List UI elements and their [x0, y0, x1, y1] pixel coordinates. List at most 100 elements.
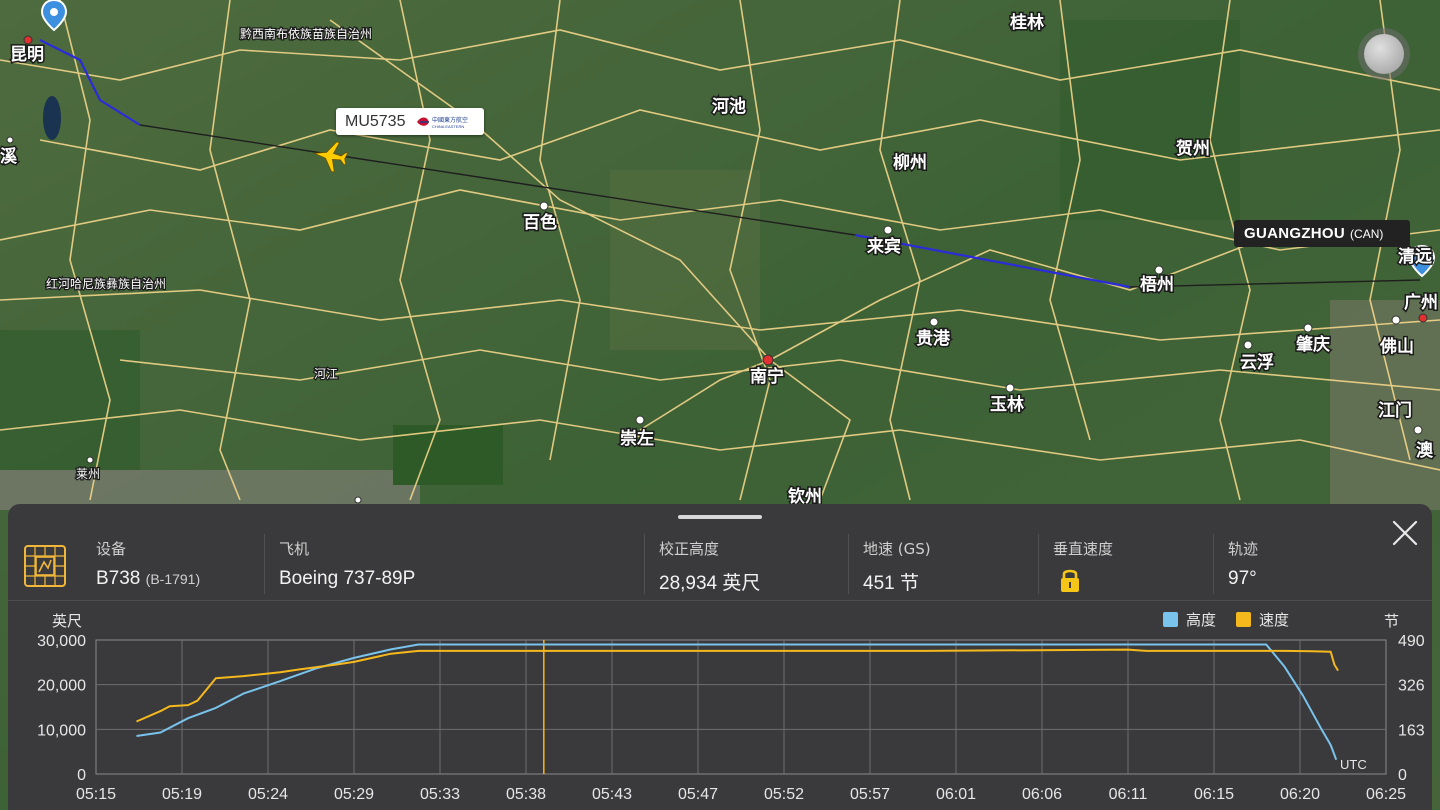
city-baise: 百色 — [523, 212, 557, 233]
legend-altitude-swatch — [1163, 612, 1178, 627]
region-hejiang: 河江 — [314, 367, 338, 381]
city-guangzhou: 广州 — [1404, 292, 1438, 313]
divider — [644, 534, 645, 594]
region-qianxinan: 黔西南布依族苗族自治州 — [240, 26, 372, 41]
aircraft-value: Boeing 737-89P — [279, 568, 416, 589]
x-tick-label: 05:19 — [162, 786, 202, 803]
city-laibin: 来宾 — [866, 236, 901, 257]
x-tick-label: 05:52 — [764, 786, 804, 803]
altitude-series-line — [136, 643, 1338, 761]
y2-tick-label: 490 — [1398, 633, 1425, 650]
destination-label[interactable]: GUANGZHOU (CAN) — [1234, 220, 1410, 247]
x-tick-label: 05:33 — [420, 786, 460, 803]
y-tick-label: 0 — [77, 767, 86, 784]
china-eastern-logo-icon: 中國東方航空 CHINA EASTERN — [417, 116, 469, 129]
y2-tick-label: 326 — [1398, 678, 1425, 695]
y-tick-label: 20,000 — [37, 678, 86, 695]
city-guigang: 贵港 — [916, 328, 951, 349]
region-honghe: 红河哈尼族彝族自治州 — [46, 276, 166, 291]
city-liuzhou: 柳州 — [893, 152, 927, 173]
speed-series-line — [136, 648, 1339, 723]
divider — [848, 534, 849, 594]
city-hezhou: 贺州 — [1175, 139, 1210, 159]
track-value: 97° — [1228, 568, 1257, 589]
x-tick-label: 06:11 — [1109, 786, 1148, 803]
x-tick-label: 06:20 — [1280, 786, 1320, 803]
chart-ticks: 30,000 490 20,000 326 10,000 163 0 0 05:15 05:19 0… — [37, 633, 1425, 803]
flight-label[interactable]: MU5735 中國東方航空 CHINA EASTERN — [336, 108, 484, 135]
divider — [1213, 534, 1214, 594]
city-foshan: 佛山 — [1379, 336, 1414, 357]
city-zhaoqing: 肇庆 — [1296, 334, 1330, 355]
dianchi-lake — [43, 96, 61, 140]
equipment-field: 设备 B738 (B-1791) — [96, 538, 200, 590]
y2-axis-label: 节 — [1384, 612, 1399, 630]
x-tick-label: 05:57 — [850, 786, 890, 803]
equipment-label: 设备 — [96, 540, 127, 558]
plot-frame — [95, 639, 1387, 775]
lock-icon[interactable] — [1059, 567, 1081, 593]
ground-speed-label: 地速 (GS) — [863, 540, 931, 558]
y-tick-label: 10,000 — [37, 722, 86, 739]
aircraft-field: 飞机 Boeing 737-89P — [279, 538, 415, 590]
registration-value: (B-1791) — [145, 571, 201, 587]
city-wuzhou: 梧州 — [1140, 274, 1174, 295]
svg-text:CHINA EASTERN: CHINA EASTERN — [432, 124, 464, 129]
legend-altitude: 高度 — [1186, 611, 1216, 629]
city-jiangmen: 江门 — [1378, 400, 1412, 421]
divider — [264, 534, 265, 594]
y2-tick-label: 0 — [1398, 767, 1407, 784]
y-axis-label: 英尺 — [52, 612, 82, 630]
altitude-speed-chart[interactable]: 英尺 节 高度 速度 30,000 490 20,000 326 10,000 163 0 0… — [8, 604, 1432, 810]
drag-handle[interactable] — [678, 515, 762, 519]
x-tick-label: 05:15 — [76, 786, 116, 803]
layers-button-icon — [1364, 34, 1404, 74]
svg-text:中國東方航空: 中國東方航空 — [432, 116, 468, 124]
city-yulin: 玉林 — [990, 394, 1024, 415]
flight-info-row: 设备 B738 (B-1791) 飞机 Boeing 737-89P 校正高度 … — [8, 534, 1432, 602]
city-guilin: 桂林 — [1009, 12, 1044, 33]
altitude-field: 校正高度 28,934 英尺 — [659, 538, 760, 595]
y-tick-label: 30,000 — [37, 633, 86, 650]
flight-info-panel: 设备 B738 (B-1791) 飞机 Boeing 737-89P 校正高度 … — [8, 504, 1432, 810]
vertical-speed-label: 垂直速度 — [1053, 540, 1114, 558]
city-yunfu: 云浮 — [1240, 352, 1274, 373]
terrain-patch — [0, 330, 140, 470]
track-field: 轨迹 97° — [1228, 538, 1258, 590]
utc-label: UTC — [1340, 757, 1367, 772]
x-tick-label: 05:24 — [248, 786, 288, 803]
ground-speed-field: 地速 (GS) 451 节 — [863, 538, 931, 595]
divider — [1038, 534, 1039, 594]
city-nanning: 南宁 — [750, 366, 784, 387]
destination-name: GUANGZHOU — [1244, 225, 1346, 242]
destination-code: (CAN) — [1350, 226, 1384, 241]
x-tick-label: 05:47 — [678, 786, 718, 803]
city-qingyuan: 清远 — [1398, 246, 1432, 267]
x-tick-label: 06:25 — [1366, 786, 1406, 803]
x-tick-label: 06:01 — [936, 786, 976, 803]
chart-grid — [95, 639, 1387, 775]
equipment-value: B738 — [96, 568, 141, 589]
ground-speed-value: 451 节 — [863, 573, 919, 594]
map-layers-button[interactable] — [1358, 28, 1410, 80]
x-tick-label: 06:06 — [1022, 786, 1062, 803]
city-hechi: 河池 — [712, 96, 746, 117]
y2-tick-label: 163 — [1398, 722, 1425, 739]
vertical-speed-field: 垂直速度 — [1053, 538, 1113, 597]
flight-number: MU5735 — [345, 112, 406, 130]
city-macau: 澳 — [1416, 440, 1434, 461]
city-chongzuo: 崇左 — [620, 428, 654, 449]
chip-icon — [24, 545, 66, 587]
altitude-label: 校正高度 — [659, 540, 720, 558]
legend-speed-swatch — [1236, 612, 1251, 627]
x-tick-label: 06:15 — [1194, 786, 1234, 803]
x-tick-label: 05:29 — [334, 786, 374, 803]
track-label: 轨迹 — [1228, 540, 1259, 558]
chart-series — [136, 640, 1339, 774]
x-tick-label: 05:38 — [506, 786, 546, 803]
city-kunming: 昆明 — [10, 45, 44, 65]
city-yuxi: 溪 — [0, 147, 18, 167]
aircraft-label: 飞机 — [279, 540, 310, 558]
legend-speed: 速度 — [1259, 611, 1289, 629]
region-laizhou: 莱州 — [76, 467, 100, 481]
